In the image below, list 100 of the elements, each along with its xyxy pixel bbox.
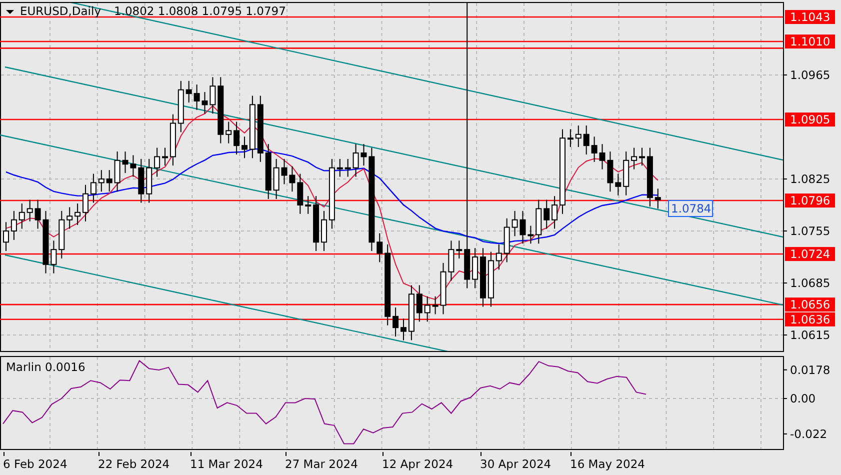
candle: [552, 196, 558, 230]
candle: [408, 284, 414, 341]
candle: [360, 144, 367, 166]
candle: [50, 240, 57, 274]
candle: [328, 158, 335, 230]
date-label: 30 Apr 2024: [480, 457, 552, 471]
candle: [567, 128, 574, 148]
candle: [432, 296, 438, 315]
candle: [34, 199, 41, 230]
price-tick-label: 1.0685: [790, 276, 830, 290]
candle: [162, 147, 168, 166]
price-level-label: 1.0724: [785, 247, 835, 262]
candle: [242, 136, 248, 159]
candle: [114, 150, 120, 192]
candle: [646, 147, 653, 207]
candle: [106, 170, 112, 192]
candle: [424, 296, 430, 322]
date-label: 16 May 2024: [570, 457, 645, 471]
indicator-tick-label: -0.022: [790, 426, 828, 441]
candle: [297, 173, 304, 214]
candle: [392, 307, 399, 337]
candle: [583, 124, 590, 155]
candle: [654, 188, 661, 210]
candle: [90, 173, 96, 204]
price-tick-label: 1.0965: [790, 68, 830, 82]
price-level-label: 1.1043: [785, 10, 835, 24]
candle: [186, 80, 192, 103]
candle: [66, 206, 73, 230]
candle: [226, 121, 232, 144]
candle: [480, 248, 486, 308]
candle: [10, 210, 17, 240]
candle: [74, 203, 81, 226]
candle: [234, 121, 240, 155]
candle: [496, 244, 502, 270]
candle: [544, 199, 550, 230]
candle: [536, 199, 542, 244]
candle: [400, 318, 406, 341]
date-label: 27 Mar 2024: [285, 457, 358, 471]
candle: [82, 184, 88, 222]
candle: [257, 95, 264, 162]
candle: [352, 144, 359, 178]
candle: [18, 203, 25, 230]
candle: [607, 150, 614, 192]
candle: [512, 210, 518, 237]
price-tick-label: 1.0825: [790, 172, 830, 186]
candle: [194, 84, 200, 110]
candle: [305, 196, 312, 214]
candle: [591, 136, 598, 162]
indicator-label: Marlin 0.0016: [6, 360, 86, 374]
price-level-label: 1.0796: [785, 194, 835, 208]
candle: [321, 210, 327, 252]
candle: [130, 154, 136, 178]
chart-symbol: EURUSD,Daily: [20, 4, 101, 18]
candle: [456, 240, 462, 259]
price-level-label: 1.0636: [785, 312, 835, 326]
candle: [440, 262, 446, 315]
candle: [344, 158, 351, 178]
candle: [639, 147, 645, 166]
candle: [273, 158, 280, 200]
candle: [26, 199, 33, 222]
candle: [313, 196, 320, 252]
candle: [623, 150, 630, 196]
date-label: 11 Mar 2024: [190, 457, 263, 471]
date-label: 6 Feb 2024: [3, 457, 68, 471]
candle: [146, 158, 152, 204]
indicator-tick-label: 0.00: [790, 392, 816, 406]
candle: [210, 76, 216, 114]
price-level-label: 1.1010: [785, 34, 835, 49]
date-label: 22 Feb 2024: [98, 457, 170, 471]
candle: [281, 158, 288, 185]
candle: [58, 210, 65, 259]
candle: [448, 240, 454, 282]
candle: [98, 170, 104, 192]
candle: [336, 158, 343, 178]
candle: [376, 232, 383, 263]
candle: [488, 251, 494, 308]
candle: [170, 114, 176, 166]
candle: [599, 144, 606, 170]
candle: [631, 147, 638, 170]
moving-average-price-label: 1.0784: [668, 200, 713, 217]
candle: [615, 173, 622, 196]
price-tick-label: 1.0615: [790, 328, 830, 342]
candle: [472, 248, 478, 289]
indicator-tick-label: 0.0178: [790, 362, 830, 377]
header-caret-icon[interactable]: [6, 10, 14, 14]
candle: [3, 222, 9, 252]
candle: [520, 210, 526, 244]
date-label: 12 Apr 2024: [382, 457, 454, 471]
candle: [178, 80, 184, 133]
candle: [202, 92, 208, 114]
candle: [138, 158, 144, 204]
candle: [265, 144, 272, 200]
candle: [122, 150, 128, 174]
candle: [249, 95, 256, 159]
price-level-label: 1.0656: [785, 298, 835, 312]
price-level-label: 1.0905: [785, 112, 835, 127]
chart-ohlc: 1.0802 1.0808 1.0795 1.0797: [114, 4, 286, 18]
candle: [416, 284, 422, 322]
candle: [154, 147, 160, 178]
candle: [528, 225, 534, 244]
